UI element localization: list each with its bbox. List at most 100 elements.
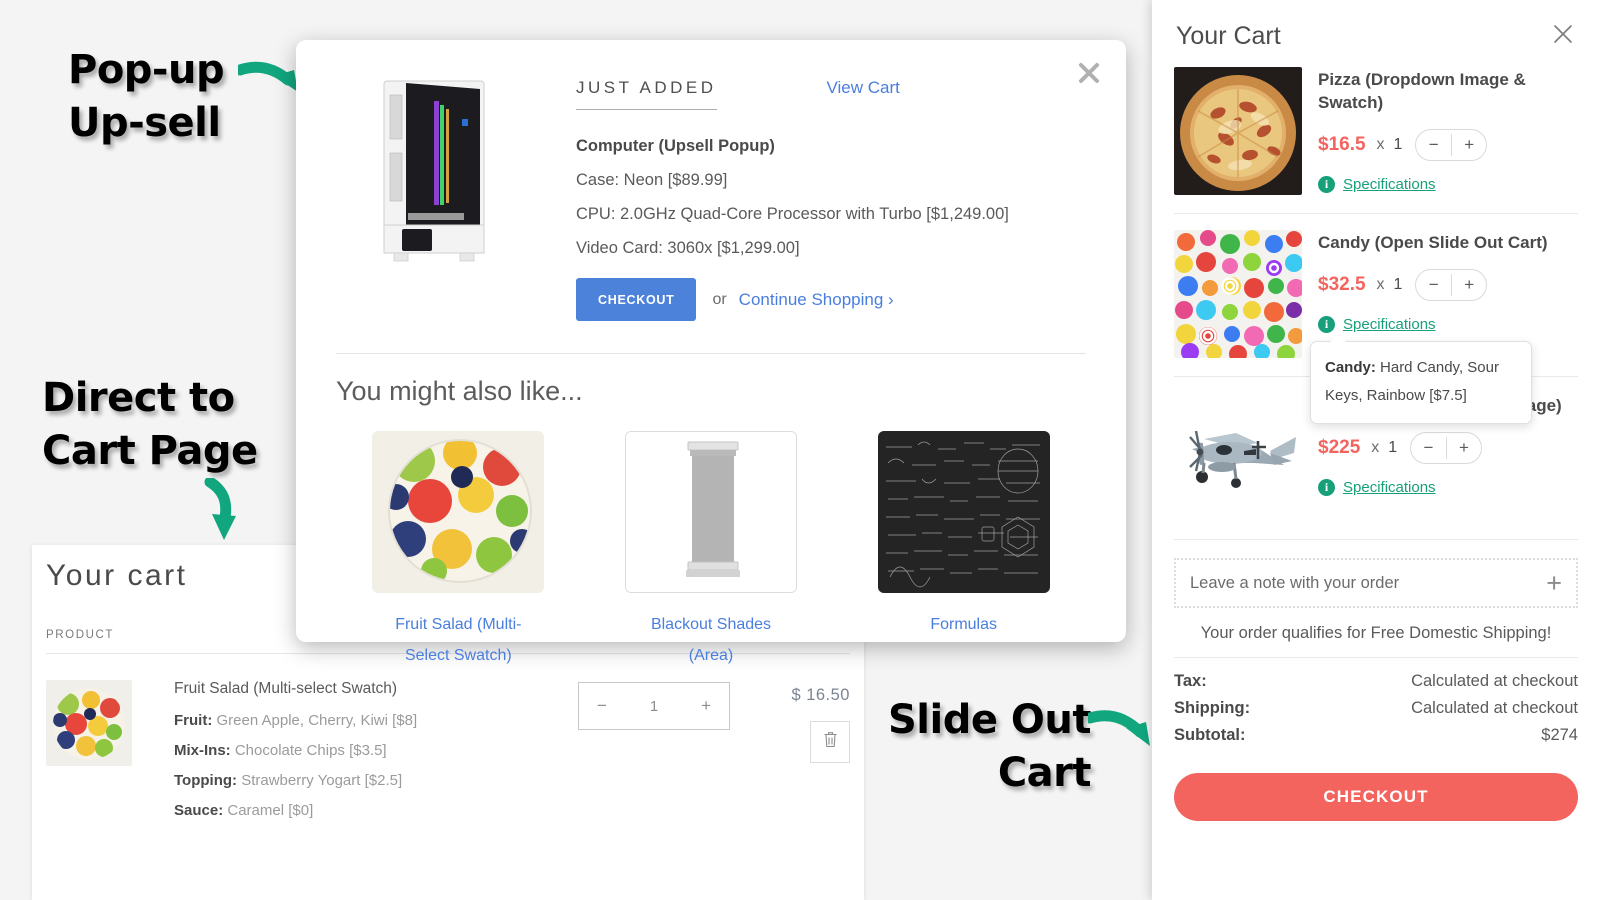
order-note-placeholder: Leave a note with your order [1190,573,1400,592]
recommendation-item[interactable]: Fruit Salad (Multi-Select Swatch) [332,431,585,671]
cart-page-line-price: $ 16.50 [791,686,850,704]
upsell-top-section: JUST ADDED View Cart Computer (Upsell Po… [296,40,1126,321]
recommendation-item[interactable]: Blackout Shades (Area) [585,431,838,671]
cart-item-image-pizza [1174,67,1302,195]
cart-item-specifications[interactable]: i Specifications [1318,175,1578,193]
cart-item-qty: 1 [1393,275,1403,293]
info-icon: i [1318,175,1335,193]
recommendation-label[interactable]: Formulas [884,609,1044,640]
specifications-link[interactable]: Specifications [1343,316,1436,333]
upsell-checkout-button[interactable]: CHECKOUT [576,278,697,321]
cart-page-option: Sauce: Caramel [$0] [174,802,578,819]
close-icon [1552,23,1574,50]
cart-page-product-name: Fruit Salad (Multi-select Swatch) [174,680,398,697]
cart-page-quantity-stepper[interactable]: − 1 + [578,682,730,730]
recommendation-label[interactable]: Fruit Salad (Multi-Select Swatch) [378,609,538,671]
cart-item-qty-decrease[interactable]: − [1411,439,1446,456]
upsell-popup: JUST ADDED View Cart Computer (Upsell Po… [296,40,1126,664]
recommendation-image-fruit-salad[interactable] [372,431,545,593]
upsell-option-video-card: Video Card: 3060x [$1,299.00] [576,239,800,257]
cart-page-option-value: Chocolate Chips [$3.5] [234,742,387,759]
cart-item-price-row: $32.5 x 1 − + [1318,268,1578,301]
annotation-direct-to-cart: Direct to Cart Page [42,375,258,474]
specifications-link[interactable]: Specifications [1343,176,1436,193]
slide-out-close-button[interactable] [1550,24,1576,50]
cart-item-qty: 1 [1388,438,1398,456]
totals-row-subtotal: Subtotal: $274 [1174,726,1578,745]
cart-page-remove-button[interactable] [810,721,850,763]
slide-out-checkout-button[interactable]: CHECKOUT [1174,773,1578,821]
cart-item-times: x [1376,135,1385,153]
cart-item-name: Pizza (Dropdown Image & Swatch) [1318,70,1526,112]
upsell-actions: CHECKOUT or Continue Shopping › [576,278,1088,321]
chevron-right-icon: › [888,289,894,309]
cart-item-qty-increase[interactable]: + [1452,276,1487,293]
upsell-option-case: Case: Neon [$89.99] [576,171,728,189]
specifications-link[interactable]: Specifications [1343,479,1436,496]
cart-item-body: Pizza (Dropdown Image & Swatch) $16.5 x … [1302,67,1578,195]
recommendations-title: You might also like... [336,376,583,406]
order-note-field[interactable]: Leave a note with your order + [1174,558,1578,608]
recommendation-label[interactable]: Blackout Shades (Area) [631,609,791,671]
cart-item-qty-increase[interactable]: + [1447,439,1482,456]
upsell-product-image [338,70,528,270]
annotation-slide-out-cart: Slide Out Cart [888,697,1092,796]
cart-page-option: Mix-Ins: Chocolate Chips [$3.5] [174,742,578,759]
continue-shopping-label: Continue Shopping [738,289,884,309]
plus-icon[interactable]: + [1546,569,1562,597]
cart-page-row: Fruit Salad (Multi-select Swatch) Fruit:… [32,654,864,832]
upsell-product-title: Computer (Upsell Popup) [576,137,775,155]
totals-value: $274 [1541,726,1578,744]
cart-page-product-info: Fruit Salad (Multi-select Swatch) Fruit:… [132,680,578,832]
cart-page-product-image [46,680,132,766]
free-shipping-message: Your order qualifies for Free Domestic S… [1200,624,1552,642]
totals-value: Calculated at checkout [1411,672,1578,690]
totals-row-tax: Tax: Calculated at checkout [1174,672,1578,691]
cart-page-qty-decrease[interactable]: − [597,696,607,716]
view-cart-link[interactable]: View Cart [827,78,900,98]
recommendation-image-formulas[interactable] [877,431,1050,593]
close-icon [1076,60,1102,91]
cart-item-quantity-stepper[interactable]: − + [1410,431,1483,464]
tooltip-label: Candy: [1325,359,1376,376]
cart-page-option-label: Topping: [174,772,238,789]
trash-icon [823,731,838,753]
cart-item-quantity-stepper[interactable]: − + [1415,128,1488,161]
cart-item-times: x [1376,275,1385,293]
cart-page-option-label: Sauce: [174,802,224,819]
cart-item-qty-decrease[interactable]: − [1416,276,1451,293]
annotation-arrow-slide-out-cart [1084,706,1160,763]
cart-item-quantity-stepper[interactable]: − + [1415,268,1488,301]
recommendation-item[interactable]: Formulas [837,431,1090,671]
upsell-header-row: JUST ADDED View Cart [576,78,1088,110]
cart-item-qty-decrease[interactable]: − [1416,136,1451,153]
totals-row-shipping: Shipping: Calculated at checkout [1174,699,1578,718]
cart-item-price-row: $16.5 x 1 − + [1318,128,1578,161]
annotation-arrow-direct-to-cart [196,476,256,555]
specifications-tooltip: Candy: Hard Candy, Sour Keys, Rainbow [$… [1310,334,1532,424]
cart-page-qty-value[interactable]: 1 [650,698,658,715]
cart-item-specifications[interactable]: i Specifications [1318,478,1578,496]
cart-item-specifications[interactable]: i Specifications [1318,315,1578,333]
recommendations-list: Fruit Salad (Multi-Select Swatch) Blacko… [296,431,1126,671]
cart-item-qty-increase[interactable]: + [1452,136,1487,153]
upsell-detail: JUST ADDED View Cart Computer (Upsell Po… [528,70,1088,321]
info-icon: i [1318,478,1335,496]
cart-page-option-value: Green Apple, Cherry, Kiwi [$8] [216,712,418,729]
recommendation-image-blackout-shades[interactable] [625,431,797,593]
cart-page-option-value: Caramel [$0] [227,802,314,819]
cart-page-qty-increase[interactable]: + [701,696,711,716]
cart-page-option-value: Strawberry Yogart [$2.5] [241,772,403,789]
totals-label: Tax: [1174,672,1207,690]
cart-item-qty: 1 [1393,135,1403,153]
upsell-close-button[interactable] [1072,58,1106,92]
continue-shopping-link[interactable]: Continue Shopping › [739,290,894,310]
upsell-or-label: or [712,290,727,308]
slide-out-header: Your Cart [1174,0,1578,51]
totals-label: Subtotal: [1174,726,1246,744]
slide-out-title: Your Cart [1176,22,1281,50]
screenshot-root: Your cart PRODUCT Fruit Salad (Multi-sel… [0,0,1600,900]
annotation-popup-upsell: Pop-up Up-sell [68,47,225,146]
upsell-divider [336,353,1086,354]
cart-item-price: $225 [1318,436,1361,458]
